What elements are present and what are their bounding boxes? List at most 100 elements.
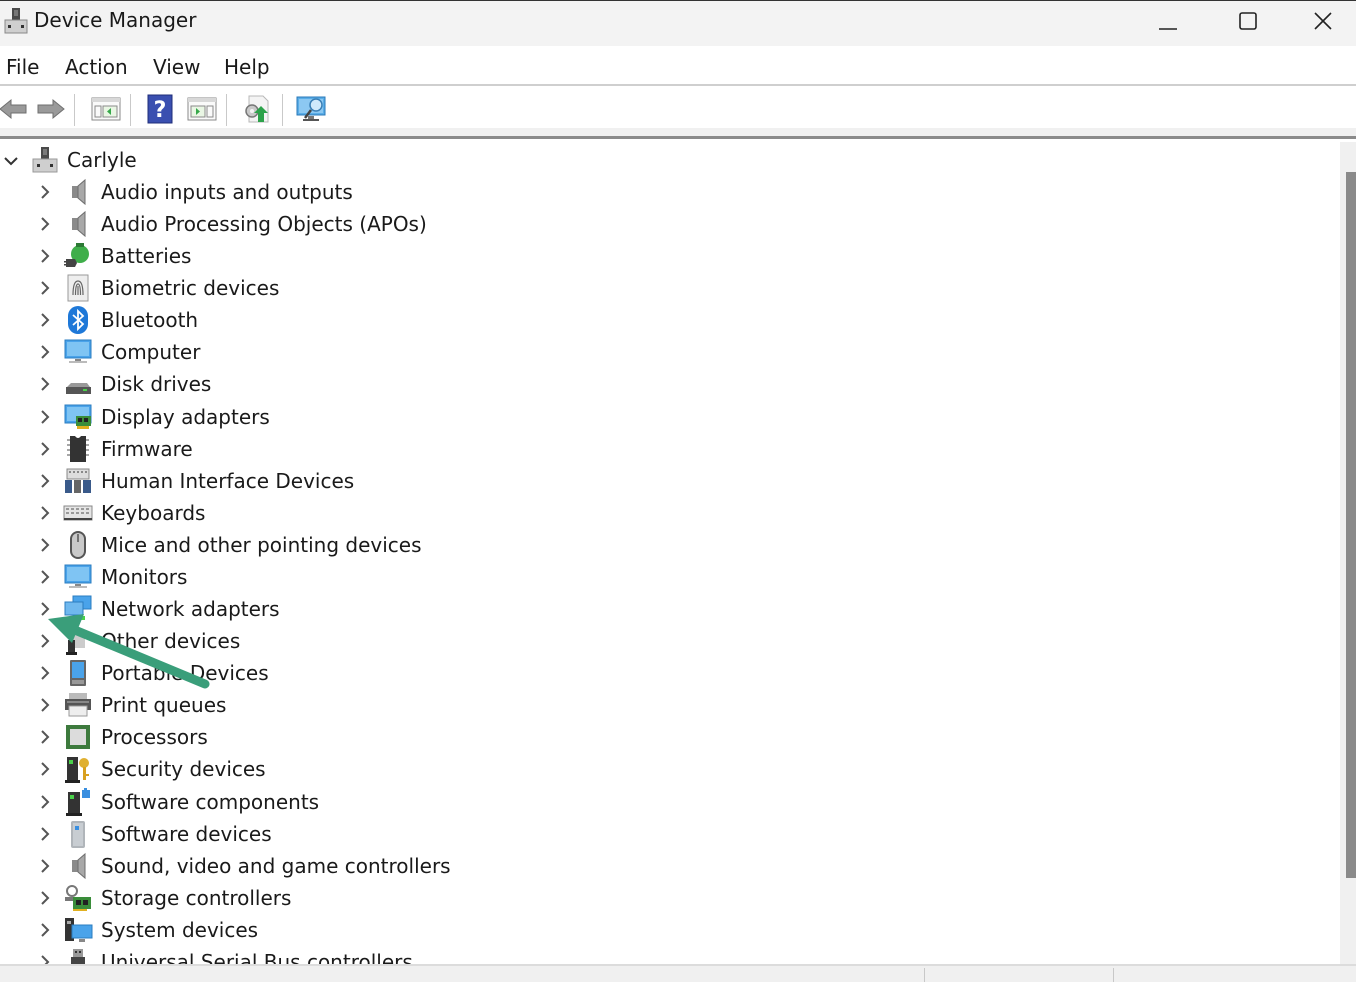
tree-root[interactable]: Carlyle [0,144,700,176]
tree-category-item[interactable]: Firmware [0,433,700,465]
tree-category-item[interactable]: Software components [0,786,700,818]
chevron-right-icon[interactable] [37,216,53,232]
tree-category-item[interactable]: Mice and other pointing devices [0,529,700,561]
chevron-right-icon[interactable] [37,954,53,964]
toolbar-separator [130,94,131,126]
tree-category-label: Network adapters [101,597,280,622]
tree-category-item[interactable]: Software devices [0,818,700,850]
computer-root-icon [32,147,58,173]
tree-category-label: Storage controllers [101,885,292,910]
tree-category-label: Batteries [101,244,192,269]
menu-help[interactable]: Help [224,55,270,79]
tree-category-item[interactable]: Processors [0,721,700,753]
tree-category-label: Processors [101,725,208,750]
toolbar: ? [0,88,1356,128]
tree-category-item[interactable]: Audio Processing Objects (APOs) [0,208,700,240]
tree-category-item[interactable]: Bluetooth [0,304,700,336]
tree-category-label: Monitors [101,564,188,589]
chevron-right-icon[interactable] [37,697,53,713]
scan-hardware-changes-button[interactable] [295,92,329,126]
chevron-right-icon[interactable] [37,601,53,617]
vertical-scrollbar[interactable] [1340,142,1356,964]
device-manager-window: Device Manager File Action View Help ? C… [0,0,1356,982]
forward-arrow-icon [37,98,65,120]
chevron-right-icon[interactable] [37,761,53,777]
chevron-right-icon[interactable] [37,537,53,553]
chevron-right-icon[interactable] [37,344,53,360]
device-tree: Carlyle Audio inputs and outputs Audio Pr… [0,142,1340,964]
chevron-right-icon[interactable] [37,505,53,521]
chevron-right-icon[interactable] [37,473,53,489]
tree-category-item[interactable]: Portable Devices [0,657,700,689]
chevron-right-icon[interactable] [37,569,53,585]
chevron-right-icon[interactable] [37,729,53,745]
chevron-right-icon[interactable] [37,248,53,264]
update-driver-button[interactable] [239,92,273,126]
tree-category-item[interactable]: Disk drives [0,368,700,400]
chevron-right-icon[interactable] [37,826,53,842]
menu-bar: File Action View Help [0,46,1356,86]
chip-icon [67,435,89,462]
disk-drive-icon [66,383,91,395]
tree-category-item[interactable]: System devices [0,914,700,946]
chevron-right-icon[interactable] [37,858,53,874]
menu-action[interactable]: Action [65,55,128,79]
tree-category-item[interactable]: Keyboards [0,497,700,529]
chevron-right-icon[interactable] [37,665,53,681]
back-button[interactable] [0,92,30,126]
tree-category-item[interactable]: Print queues [0,689,700,721]
tree-category-item[interactable]: Universal Serial Bus controllers [0,946,700,964]
chevron-right-icon[interactable] [37,441,53,457]
system-device-icon [65,917,93,942]
forward-button[interactable] [34,92,68,126]
device-manager-icon [4,7,28,35]
tree-category-item[interactable]: Audio inputs and outputs [0,176,700,208]
close-button[interactable] [1290,1,1356,41]
tree-category-item[interactable]: Monitors [0,561,700,593]
scan-hardware-icon [296,96,326,121]
tree-category-item[interactable]: Human Interface Devices [0,465,700,497]
tree-root-label: Carlyle [67,148,137,172]
menu-file[interactable]: File [6,55,39,79]
toolbar-separator [226,94,227,126]
chevron-right-icon[interactable] [37,376,53,392]
other-device-icon [66,630,85,656]
help-button[interactable]: ? [143,92,177,126]
tree-category-item[interactable]: Batteries [0,240,700,272]
chevron-down-icon[interactable] [3,153,19,169]
scrollbar-thumb[interactable] [1346,172,1356,878]
tree-category-label: Biometric devices [101,276,280,301]
chevron-right-icon[interactable] [37,922,53,938]
computer-icon [64,339,92,364]
fingerprint-icon [67,274,89,302]
tree-category-label: Human Interface Devices [101,468,355,493]
chevron-right-icon[interactable] [37,409,53,425]
chevron-right-icon[interactable] [37,184,53,200]
tree-category-item[interactable]: Network adapters [0,593,700,625]
chevron-right-icon[interactable] [37,794,53,810]
tree-category-item[interactable]: Other devices [0,625,700,657]
network-adapter-icon [64,595,92,621]
status-bar [0,964,1356,982]
bluetooth-icon [68,306,88,335]
menu-view[interactable]: View [153,55,200,79]
tree-category-item[interactable]: Biometric devices [0,272,700,304]
minimize-button[interactable] [1128,1,1208,41]
tree-category-item[interactable]: Security devices [0,753,700,785]
chevron-right-icon[interactable] [37,312,53,328]
tree-category-label: Security devices [101,757,266,782]
tree-category-item[interactable]: Storage controllers [0,882,700,914]
tree-category-label: Firmware [101,436,193,461]
show-hide-action-pane-button[interactable] [185,92,219,126]
usb-icon [71,948,85,964]
tree-category-item[interactable]: Display adapters [0,401,700,433]
chevron-right-icon[interactable] [37,633,53,649]
maximize-button[interactable] [1208,1,1288,41]
tree-category-label: Audio inputs and outputs [101,180,353,204]
tree-category-item[interactable]: Computer [0,336,700,368]
tree-category-item[interactable]: Sound, video and game controllers [0,850,700,882]
chevron-right-icon[interactable] [37,280,53,296]
tree-category-label: Disk drives [101,372,212,397]
chevron-right-icon[interactable] [37,890,53,906]
show-hide-console-tree-button[interactable] [89,92,123,126]
